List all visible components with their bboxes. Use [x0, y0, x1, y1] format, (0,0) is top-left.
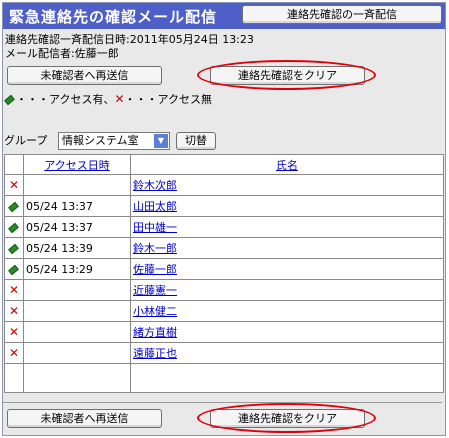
access-time: 05/24 13:39 — [23, 237, 131, 259]
table-row: 05/24 13:37 山田太郎 — [4, 195, 444, 217]
column-access-time[interactable]: アクセス日時 — [23, 154, 131, 175]
access-table: アクセス日時 氏名 ✕ 鈴木次郎 05/24 13:37 山田太郎 05/24 13:3… — [4, 154, 444, 393]
group-select-value: 情報システム室 — [62, 134, 139, 147]
resend-button-bottom[interactable]: 未確認者へ再送信 — [7, 409, 162, 428]
table-body: ✕ 鈴木次郎 05/24 13:37 山田太郎 05/24 13:37 田中雄一 05/24… — [4, 174, 444, 393]
table-row: ✕ 近藤憲一 — [4, 279, 444, 301]
access-time: 05/24 13:37 — [23, 195, 131, 217]
legend-accessed: ・・・アクセス有、 — [16, 93, 115, 106]
pencil-icon — [8, 264, 19, 275]
x-icon: ✕ — [114, 92, 125, 106]
pencil-icon — [8, 243, 19, 254]
member-name-link[interactable]: 鈴木一郎 — [133, 242, 177, 255]
status-header — [4, 154, 24, 175]
table-row: ✕ 遠藤正也 — [4, 342, 444, 364]
member-name-link[interactable]: 緒方直樹 — [133, 326, 177, 339]
x-icon: ✕ — [8, 304, 20, 318]
member-name-link[interactable]: 近藤憲一 — [133, 284, 177, 297]
table-row: 05/24 13:39 鈴木一郎 — [4, 237, 444, 259]
group-select[interactable]: 情報システム室 ▼ — [58, 132, 170, 150]
sender-name: メール配信者:佐藤一郎 — [5, 47, 119, 60]
switch-button[interactable]: 切替 — [176, 132, 216, 150]
resend-button[interactable]: 未確認者へ再送信 — [7, 66, 162, 85]
x-icon: ✕ — [8, 283, 20, 297]
access-time — [23, 279, 131, 301]
access-time: 05/24 13:37 — [23, 216, 131, 238]
member-name-link[interactable]: 佐藤一郎 — [133, 263, 177, 276]
clear-button-bottom[interactable]: 連絡先確認をクリア — [210, 409, 365, 428]
group-label: グループ — [4, 134, 48, 147]
table-row: 05/24 13:37 田中雄一 — [4, 216, 444, 238]
clear-button[interactable]: 連絡先確認をクリア — [210, 66, 365, 85]
chevron-down-icon: ▼ — [154, 134, 168, 148]
column-name[interactable]: 氏名 — [130, 154, 444, 175]
access-time — [23, 321, 131, 343]
pencil-icon — [4, 94, 15, 106]
page-title: 緊急連絡先の確認メール配信 — [9, 8, 218, 26]
member-name-link[interactable]: 遠藤正也 — [133, 347, 177, 360]
access-time: 05/24 13:29 — [23, 258, 131, 280]
legend: ・・・アクセス有、✕・・・アクセス無 — [4, 91, 212, 107]
legend-not-accessed: ・・・アクセス無 — [124, 93, 212, 106]
access-time — [23, 300, 131, 322]
empty-row — [4, 363, 444, 393]
table-row: ✕ 鈴木次郎 — [4, 174, 444, 196]
member-name-link[interactable]: 小林健二 — [133, 305, 177, 318]
x-icon: ✕ — [8, 346, 20, 360]
table-row: 05/24 13:29 佐藤一郎 — [4, 258, 444, 280]
table-row: ✕ 緒方直樹 — [4, 321, 444, 343]
access-time — [23, 174, 131, 196]
broadcast-button[interactable]: 連絡先確認の一斉配信 — [242, 5, 442, 24]
pencil-icon — [8, 222, 19, 233]
x-icon: ✕ — [8, 325, 20, 339]
member-name-link[interactable]: 山田太郎 — [133, 200, 177, 213]
x-icon: ✕ — [8, 178, 20, 192]
member-name-link[interactable]: 田中雄一 — [133, 221, 177, 234]
table-row: ✕ 小林健二 — [4, 300, 444, 322]
access-time — [23, 342, 131, 364]
pencil-icon — [8, 201, 19, 212]
member-name-link[interactable]: 鈴木次郎 — [133, 179, 177, 192]
